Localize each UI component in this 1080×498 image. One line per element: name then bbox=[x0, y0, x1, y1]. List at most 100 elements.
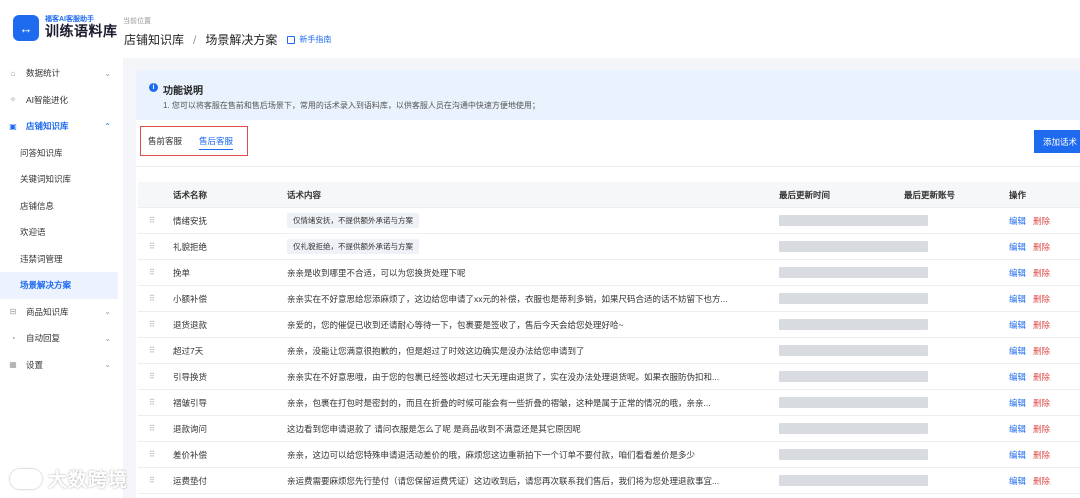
drag-handle-icon[interactable]: ⠿ bbox=[149, 320, 155, 329]
delete-button[interactable]: 删除 bbox=[1033, 319, 1050, 331]
row-time bbox=[779, 416, 907, 441]
table-row: ⠿ 引导换货 亲亲实在不好意思哦，由于您的包裹已经签收超过七天无理由退货了，实在没办… bbox=[138, 364, 1080, 390]
delete-button[interactable]: 删除 bbox=[1033, 345, 1050, 357]
row-content: 亲亲，包裹在打包时是密封的，而且在折叠的时候可能会有一些折叠的褶皱，这种是属于正… bbox=[287, 390, 757, 415]
info-text: 1. 您可以将客服在售前和售后场景下，常用的话术录入到语料库，以供客服人员在沟通… bbox=[163, 101, 540, 110]
table-row: ⠿ 小额补偿 亲亲实在不好意思给您添麻烦了，这边给您申请了xx元的补偿，衣服也是蒂利… bbox=[138, 286, 1080, 312]
chevron-down-icon: ⌄ bbox=[104, 333, 111, 343]
drag-handle-icon[interactable]: ⠿ bbox=[149, 216, 155, 225]
service-tabs: 售前客服 售后客服 bbox=[140, 126, 248, 156]
tab-aftersale[interactable]: 售后客服 bbox=[199, 127, 234, 155]
delete-button[interactable]: 删除 bbox=[1033, 397, 1050, 409]
location-caption: 当前位置 bbox=[123, 18, 151, 25]
edit-button[interactable]: 编辑 bbox=[1009, 449, 1026, 461]
main-content: i 功能说明 1. 您可以将客服在售前和售后场景下，常用的话术录入到语料库，以供… bbox=[123, 58, 1080, 498]
edit-button[interactable]: 编辑 bbox=[1009, 423, 1026, 435]
drag-handle-icon[interactable]: ⠿ bbox=[149, 424, 155, 433]
nav-item-label: 商品知识库 bbox=[26, 306, 69, 317]
sidebar-subitem-5[interactable]: 场景解决方案 bbox=[0, 272, 118, 299]
delete-button[interactable]: 删除 bbox=[1033, 423, 1050, 435]
redacted-account bbox=[904, 215, 928, 226]
row-time bbox=[779, 312, 907, 337]
row-name: 超过7天 bbox=[173, 345, 204, 356]
redacted-time bbox=[779, 371, 907, 382]
edit-button[interactable]: 编辑 bbox=[1009, 215, 1026, 227]
column-header-ops: 操作 bbox=[1009, 190, 1027, 200]
nav-product-kb[interactable]: ⊟ 商品知识库 ⌄ bbox=[0, 299, 123, 326]
delete-button[interactable]: 删除 bbox=[1033, 475, 1050, 487]
box-icon: ⊟ bbox=[9, 307, 17, 317]
row-time bbox=[779, 234, 907, 259]
breadcrumb-root[interactable]: 店铺知识库 bbox=[124, 31, 184, 48]
nav-auto-reply[interactable]: ◔ 自动回复 ⌄ bbox=[0, 325, 123, 352]
content-text: 亲亲实在不好意思给您添麻烦了，这边给您申请了xx元的补偿，衣服也是蒂利多销，如果… bbox=[287, 293, 728, 304]
redacted-time bbox=[779, 397, 907, 408]
drag-handle-icon[interactable]: ⠿ bbox=[149, 346, 155, 355]
table-row: ⠿ 退款询问 这边看到您申请退款了 请问衣服是怎么了呢 是商品收到不满意还是其它原因… bbox=[138, 416, 1080, 442]
delete-button[interactable]: 删除 bbox=[1033, 449, 1050, 461]
grid-icon: ▦ bbox=[9, 360, 17, 370]
row-account bbox=[904, 260, 928, 285]
table-row: ⠿ 差价补偿 亲亲，这边可以给您特殊申请退活动差价的哦，麻烦您这边重新拍下一个订单不… bbox=[138, 442, 1080, 468]
guide-link-label: 新手指南 bbox=[299, 35, 332, 44]
row-name: 引导换货 bbox=[173, 371, 208, 382]
column-header-name: 话术名称 bbox=[173, 190, 208, 200]
content-text: 亲亲实在不好意思哦，由于您的包裹已经签收超过七天无理由退货了，实在没办法处理退货… bbox=[287, 371, 720, 382]
drag-handle-icon[interactable]: ⠿ bbox=[149, 372, 155, 381]
row-ops: 编辑 删除 bbox=[1009, 208, 1050, 233]
guide-link[interactable]: 新手指南 bbox=[287, 34, 331, 45]
nav-data-stats[interactable]: ⌂ 数据统计 ⌄ bbox=[0, 60, 123, 87]
row-ops: 编辑 删除 bbox=[1009, 390, 1050, 415]
drag-handle-icon[interactable]: ⠿ bbox=[149, 294, 155, 303]
delete-button[interactable]: 删除 bbox=[1033, 293, 1050, 305]
edit-button[interactable]: 编辑 bbox=[1009, 397, 1026, 409]
magic-wand-icon: ✧ bbox=[9, 95, 17, 105]
sidebar-subitem-2[interactable]: 店铺信息 bbox=[0, 193, 123, 220]
sidebar-subitem-4[interactable]: 违禁词管理 bbox=[0, 246, 123, 273]
edit-button[interactable]: 编辑 bbox=[1009, 293, 1026, 305]
edit-button[interactable]: 编辑 bbox=[1009, 267, 1026, 279]
redacted-time bbox=[779, 423, 907, 434]
edit-button[interactable]: 编辑 bbox=[1009, 475, 1026, 487]
redacted-time bbox=[779, 241, 907, 252]
row-time bbox=[779, 364, 907, 389]
nav-item-label: 设置 bbox=[26, 359, 44, 370]
drag-handle-icon[interactable]: ⠿ bbox=[149, 242, 155, 251]
delete-button[interactable]: 删除 bbox=[1033, 371, 1050, 383]
delete-button[interactable]: 删除 bbox=[1033, 241, 1050, 253]
row-account bbox=[904, 234, 928, 259]
sidebar-subitem-1[interactable]: 关键词知识库 bbox=[0, 166, 123, 193]
nav-ai-evolution[interactable]: ✧ AI智能进化 bbox=[0, 87, 123, 114]
nav-settings[interactable]: ▦ 设置 ⌄ bbox=[0, 352, 123, 379]
drag-handle-icon[interactable]: ⠿ bbox=[149, 398, 155, 407]
table-row: ⠿ 挽单 亲亲是收到哪里不合适，可以为您换货处理下呢 编辑 删除 bbox=[138, 260, 1080, 286]
watermark-logo-icon bbox=[10, 468, 42, 489]
row-account bbox=[904, 442, 928, 467]
drag-handle-icon[interactable]: ⠿ bbox=[149, 450, 155, 459]
sidebar-subitem-0[interactable]: 问答知识库 bbox=[0, 140, 123, 167]
tab-presale[interactable]: 售前客服 bbox=[148, 127, 182, 155]
nav-item-label: 数据统计 bbox=[26, 68, 61, 79]
delete-button[interactable]: 删除 bbox=[1033, 215, 1050, 227]
edit-button[interactable]: 编辑 bbox=[1009, 371, 1026, 383]
add-script-button[interactable]: 添加话术 bbox=[1034, 130, 1080, 153]
drag-handle-icon[interactable]: ⠿ bbox=[149, 476, 155, 485]
row-ops: 编辑 删除 bbox=[1009, 442, 1050, 467]
delete-button[interactable]: 删除 bbox=[1033, 267, 1050, 279]
edit-button[interactable]: 编辑 bbox=[1009, 319, 1026, 331]
row-time bbox=[779, 208, 907, 233]
row-name: 退货退款 bbox=[173, 319, 208, 330]
info-title: 功能说明 bbox=[163, 86, 203, 97]
edit-button[interactable]: 编辑 bbox=[1009, 241, 1026, 253]
redacted-account bbox=[904, 241, 928, 252]
row-name: 礼貌拒绝 bbox=[173, 241, 208, 252]
sidebar-subitem-3[interactable]: 欢迎语 bbox=[0, 219, 123, 246]
row-ops: 编辑 删除 bbox=[1009, 234, 1050, 259]
edit-button[interactable]: 编辑 bbox=[1009, 345, 1026, 357]
row-account bbox=[904, 416, 928, 441]
nav-store-kb[interactable]: ▣ 店铺知识库 ⌃ bbox=[0, 113, 123, 140]
nav-item-label: 店铺知识库 bbox=[26, 121, 69, 132]
row-time bbox=[779, 468, 907, 493]
info-banner: i 功能说明 1. 您可以将客服在售前和售后场景下，常用的话术录入到语料库，以供… bbox=[136, 70, 1080, 120]
drag-handle-icon[interactable]: ⠿ bbox=[149, 268, 155, 277]
